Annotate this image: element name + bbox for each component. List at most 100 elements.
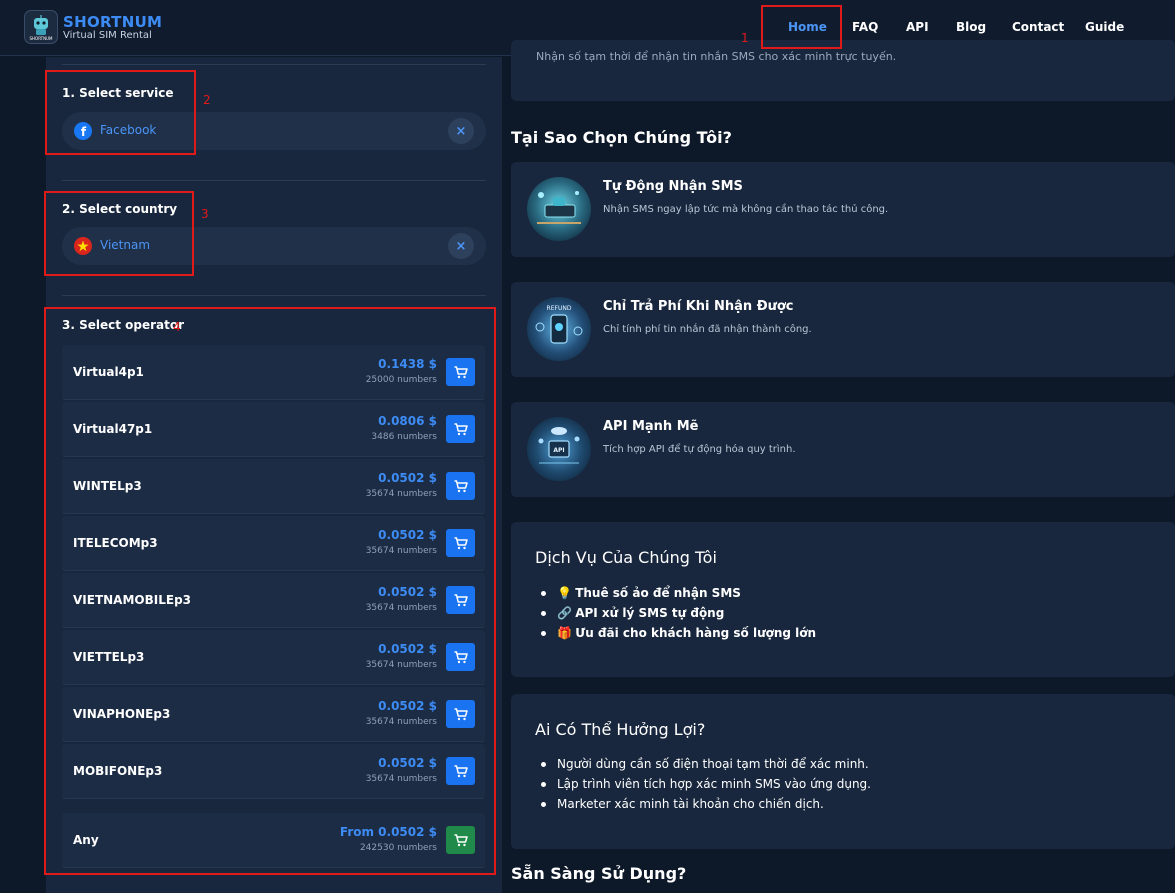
cart-icon: [454, 365, 468, 378]
facebook-icon: f: [74, 122, 92, 140]
divider: [62, 180, 486, 181]
brand-logo[interactable]: SHORTNUM: [24, 10, 58, 44]
cart-icon: [454, 707, 468, 720]
feature-desc: Tích hợp API để tự động hóa quy trình.: [603, 444, 796, 455]
services-title: Dịch Vụ Của Chúng Tôi: [535, 548, 717, 567]
list-item: Người dùng cần số điện thoại tạm thời để…: [541, 754, 871, 774]
list-item: Lập trình viên tích hợp xác minh SMS vào…: [541, 774, 871, 794]
cart-icon: [454, 650, 468, 663]
operator-row[interactable]: VINAPHONEp3 0.0502 $ 35674 numbers: [62, 687, 485, 742]
auto-sms-image: [527, 177, 591, 241]
list-item: 🎁 Ưu đãi cho khách hàng số lượng lớn: [541, 623, 816, 643]
robot-logo-icon: SHORTNUM: [30, 15, 54, 41]
brand-name[interactable]: SHORTNUM: [63, 13, 162, 31]
annotation-number: 1: [741, 31, 749, 45]
cart-button[interactable]: [446, 586, 475, 614]
intro-text: Nhận số tạm thời để nhận tin nhắn SMS ch…: [536, 50, 897, 63]
nav-home[interactable]: Home: [788, 20, 827, 34]
nav-contact[interactable]: Contact: [1012, 20, 1064, 34]
brand-tagline: Virtual SIM Rental: [63, 30, 152, 41]
vietnam-flag-icon: [74, 237, 92, 255]
operator-price: From 0.0502 $: [339, 825, 437, 839]
country-selected-label: Vietnam: [100, 238, 151, 252]
operator-price: 0.0502 $: [378, 471, 437, 485]
operator-count: 35674 numbers: [365, 774, 437, 784]
country-section-title: 2. Select country: [62, 202, 178, 216]
feature-desc: Nhận SMS ngay lập tức mà không cần thao …: [603, 204, 889, 215]
feature-title: Chỉ Trả Phí Khi Nhận Được: [603, 299, 794, 314]
benefit-title: Ai Có Thể Hưởng Lợi?: [535, 720, 706, 739]
refund-image: REFUND: [527, 297, 591, 361]
cart-button[interactable]: [446, 415, 475, 443]
operator-row-any[interactable]: Any From 0.0502 $ 242530 numbers: [62, 813, 485, 868]
feature-title: API Mạnh Mẽ: [603, 419, 699, 434]
benefit-card: Ai Có Thể Hưởng Lợi? Người dùng cần số đ…: [511, 694, 1175, 849]
operator-row[interactable]: ITELECOMp3 0.0502 $ 35674 numbers: [62, 516, 485, 571]
service-select[interactable]: f Facebook ×: [62, 112, 486, 150]
operator-name: MOBIFONEp3: [73, 764, 163, 778]
operator-row[interactable]: VIETTELp3 0.0502 $ 35674 numbers: [62, 630, 485, 685]
gift-icon: 🎁: [557, 626, 572, 640]
operator-price: 0.0806 $: [378, 414, 437, 428]
operator-count: 35674 numbers: [365, 603, 437, 613]
nav-api[interactable]: API: [906, 20, 929, 34]
operator-name: Virtual4p1: [73, 365, 144, 379]
operator-price: 0.0502 $: [378, 528, 437, 542]
feature-card: Tự Động Nhận SMS Nhận SMS ngay lập tức m…: [511, 162, 1175, 257]
benefit-list: Người dùng cần số điện thoại tạm thời để…: [541, 754, 871, 814]
operator-row[interactable]: MOBIFONEp3 0.0502 $ 35674 numbers: [62, 744, 485, 799]
cart-button[interactable]: [446, 643, 475, 671]
feature-card: API API Mạnh Mẽ Tích hợp API để tự động …: [511, 402, 1175, 497]
country-select[interactable]: Vietnam ×: [62, 227, 486, 265]
operator-count: 3486 numbers: [371, 432, 437, 442]
link-icon: 🔗: [557, 606, 572, 620]
feature-card: REFUND Chỉ Trả Phí Khi Nhận Được Chỉ tín…: [511, 282, 1175, 377]
cart-icon: [454, 422, 468, 435]
operator-row[interactable]: Virtual47p1 0.0806 $ 3486 numbers: [62, 402, 485, 457]
services-list: 💡 Thuê số ảo để nhận SMS 🔗 API xử lý SMS…: [541, 583, 816, 643]
operator-count: 35674 numbers: [365, 660, 437, 670]
operator-count: 35674 numbers: [365, 489, 437, 499]
nav-guide[interactable]: Guide: [1085, 20, 1124, 34]
clear-service-button[interactable]: ×: [448, 118, 474, 144]
nav-faq[interactable]: FAQ: [852, 20, 878, 34]
list-item: Marketer xác minh tài khoản cho chiến dị…: [541, 794, 871, 814]
operator-count: 35674 numbers: [365, 546, 437, 556]
operator-name: VINAPHONEp3: [73, 707, 171, 721]
cart-button[interactable]: [446, 358, 475, 386]
svg-text:API: API: [553, 447, 564, 454]
operator-row[interactable]: WINTELp3 0.0502 $ 35674 numbers: [62, 459, 485, 514]
cart-button[interactable]: [446, 700, 475, 728]
operator-name: VIETNAMOBILEp3: [73, 593, 192, 607]
order-panel: 1. Select service f Facebook × 2. Select…: [46, 57, 502, 893]
operator-name: ITELECOMp3: [73, 536, 158, 550]
operator-count: 242530 numbers: [359, 843, 437, 853]
cart-button[interactable]: [446, 826, 475, 854]
operator-row[interactable]: Virtual4p1 0.1438 $ 25000 numbers: [62, 345, 485, 400]
cart-button[interactable]: [446, 472, 475, 500]
cart-button[interactable]: [446, 529, 475, 557]
svg-text:REFUND: REFUND: [547, 305, 572, 312]
why-heading: Tại Sao Chọn Chúng Tôi?: [511, 128, 732, 147]
nav-blog[interactable]: Blog: [956, 20, 986, 34]
operator-section-title: 3. Select operator: [62, 318, 185, 332]
list-item: 💡 Thuê số ảo để nhận SMS: [541, 583, 816, 603]
divider: [62, 295, 486, 296]
service-section-title: 1. Select service: [62, 86, 174, 100]
cart-icon: [454, 479, 468, 492]
api-image: API: [527, 417, 591, 481]
svg-text:f: f: [81, 125, 87, 139]
operator-price: 0.0502 $: [378, 642, 437, 656]
cart-button[interactable]: [446, 757, 475, 785]
services-card: Dịch Vụ Của Chúng Tôi 💡 Thuê số ảo để nh…: [511, 522, 1175, 677]
service-selected-label: Facebook: [100, 123, 157, 137]
annotation-number: 3: [201, 207, 209, 221]
list-item: 🔗 API xử lý SMS tự động: [541, 603, 816, 623]
operator-row[interactable]: VIETNAMOBILEp3 0.0502 $ 35674 numbers: [62, 573, 485, 628]
cart-icon: [454, 764, 468, 777]
annotation-number: 4: [173, 320, 181, 334]
clear-country-button[interactable]: ×: [448, 233, 474, 259]
feature-title: Tự Động Nhận SMS: [603, 179, 743, 194]
svg-text:SHORTNUM: SHORTNUM: [30, 36, 54, 41]
cart-icon: [454, 593, 468, 606]
